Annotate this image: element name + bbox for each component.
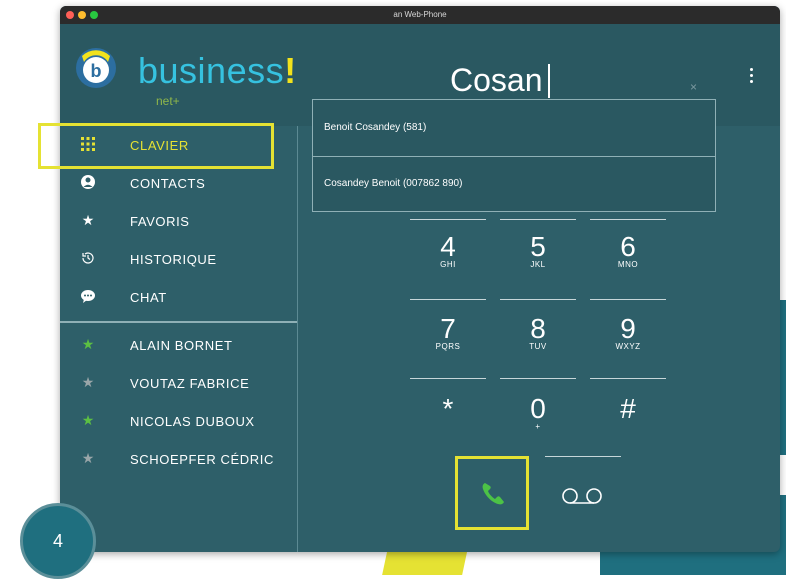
background-stripe xyxy=(382,548,468,575)
suggestion-label: Cosandey Benoit (007862 890) xyxy=(324,178,463,189)
key-letters: WXYZ xyxy=(615,342,641,351)
background-bar xyxy=(780,455,786,495)
key-8[interactable]: 8 TUV xyxy=(498,296,578,366)
contact-suggestions: Benoit Cosandey (581) Cosandey Benoit (0… xyxy=(312,99,716,212)
star-icon: ★ xyxy=(81,450,95,466)
key-digit: # xyxy=(620,393,636,424)
app-window: an Web-Phone b business! net+ × xyxy=(60,6,780,552)
business-logo-icon: b xyxy=(76,48,116,88)
favorite-contact-name: SCHOEPFER CÉDRIC xyxy=(130,452,274,467)
key-digit: 0 xyxy=(530,393,546,424)
key-digit: 6 xyxy=(620,231,636,262)
key-divider xyxy=(545,456,621,457)
zoom-window-button[interactable] xyxy=(90,11,98,19)
phone-icon xyxy=(482,483,504,505)
key-digit: * xyxy=(442,393,454,424)
clavier-highlight xyxy=(38,123,274,169)
clear-search-icon[interactable]: × xyxy=(690,80,697,94)
logo-subtitle: net+ xyxy=(156,94,180,108)
favorite-contact[interactable]: ★ VOUTAZ FABRICE xyxy=(60,364,297,402)
suggestion-item[interactable]: Benoit Cosandey (581) xyxy=(313,100,715,157)
chat-icon xyxy=(81,290,95,303)
key-letters: GHI xyxy=(440,260,456,269)
key-letters: JKL xyxy=(530,260,546,269)
key-hash[interactable]: # xyxy=(588,376,668,446)
sidebar-item-chat[interactable]: CHAT xyxy=(60,278,297,316)
logo-text: business! xyxy=(138,50,297,91)
sidebar-item-label: HISTORIQUE xyxy=(130,252,217,267)
sidebar-item-label: CONTACTS xyxy=(130,176,206,191)
favorite-contact[interactable]: ★ NICOLAS DUBOUX xyxy=(60,402,297,440)
step-badge: 4 xyxy=(20,503,96,579)
sidebar-item-historique[interactable]: HISTORIQUE xyxy=(60,240,297,278)
sidebar-item-label: CHAT xyxy=(130,290,167,305)
call-button[interactable] xyxy=(455,456,529,530)
voicemail-icon[interactable] xyxy=(556,486,608,506)
suggestion-item[interactable]: Cosandey Benoit (007862 890) xyxy=(313,156,715,212)
more-menu-icon[interactable] xyxy=(750,68,756,86)
key-digit: 9 xyxy=(620,313,636,344)
window-title: an Web-Phone xyxy=(393,10,447,19)
contact-icon xyxy=(81,175,95,189)
favorite-contact[interactable]: ★ SCHOEPFER CÉDRIC xyxy=(60,440,297,478)
star-icon: ★ xyxy=(81,336,95,352)
key-letters: + xyxy=(535,422,541,431)
close-window-button[interactable] xyxy=(66,11,74,19)
key-7[interactable]: 7 PQRS xyxy=(408,296,488,366)
sidebar-item-contacts[interactable]: CONTACTS xyxy=(60,164,297,202)
star-icon: ★ xyxy=(81,412,95,428)
search-field[interactable] xyxy=(450,60,680,100)
key-digit: 7 xyxy=(440,313,456,344)
sidebar-item-favoris[interactable]: ★ FAVORIS xyxy=(60,202,297,240)
sidebar-divider xyxy=(60,321,297,323)
key-0[interactable]: 0 + xyxy=(498,376,578,446)
key-letters: TUV xyxy=(529,342,547,351)
sidebar: CLAVIER CONTACTS ★ FAVORIS HISTORIQUE CH… xyxy=(60,126,298,552)
search-input[interactable] xyxy=(450,60,650,100)
star-icon: ★ xyxy=(81,374,95,390)
key-letters: PQRS xyxy=(435,342,461,351)
key-4[interactable]: 4 GHI xyxy=(408,214,488,284)
key-digit: 5 xyxy=(530,231,546,262)
title-bar: an Web-Phone xyxy=(60,6,780,24)
key-digit: 8 xyxy=(530,313,546,344)
svg-text:b: b xyxy=(91,61,102,81)
suggestion-label: Benoit Cosandey (581) xyxy=(324,122,427,133)
star-icon: ★ xyxy=(81,212,95,228)
favorite-contact-name: NICOLAS DUBOUX xyxy=(130,414,255,429)
key-9[interactable]: 9 WXYZ xyxy=(588,296,668,366)
key-letters: MNO xyxy=(617,260,639,269)
key-digit: 4 xyxy=(440,231,456,262)
key-star[interactable]: * xyxy=(408,376,488,446)
sidebar-item-label: FAVORIS xyxy=(130,214,190,229)
favorite-contact[interactable]: ★ ALAIN BORNET xyxy=(60,326,297,364)
text-caret xyxy=(548,64,550,98)
favorite-contact-name: VOUTAZ FABRICE xyxy=(130,376,250,391)
key-5[interactable]: 5 JKL xyxy=(498,214,578,284)
key-6[interactable]: 6 MNO xyxy=(588,214,668,284)
history-icon xyxy=(82,252,94,264)
minimize-window-button[interactable] xyxy=(78,11,86,19)
favorite-contact-name: ALAIN BORNET xyxy=(130,338,233,353)
